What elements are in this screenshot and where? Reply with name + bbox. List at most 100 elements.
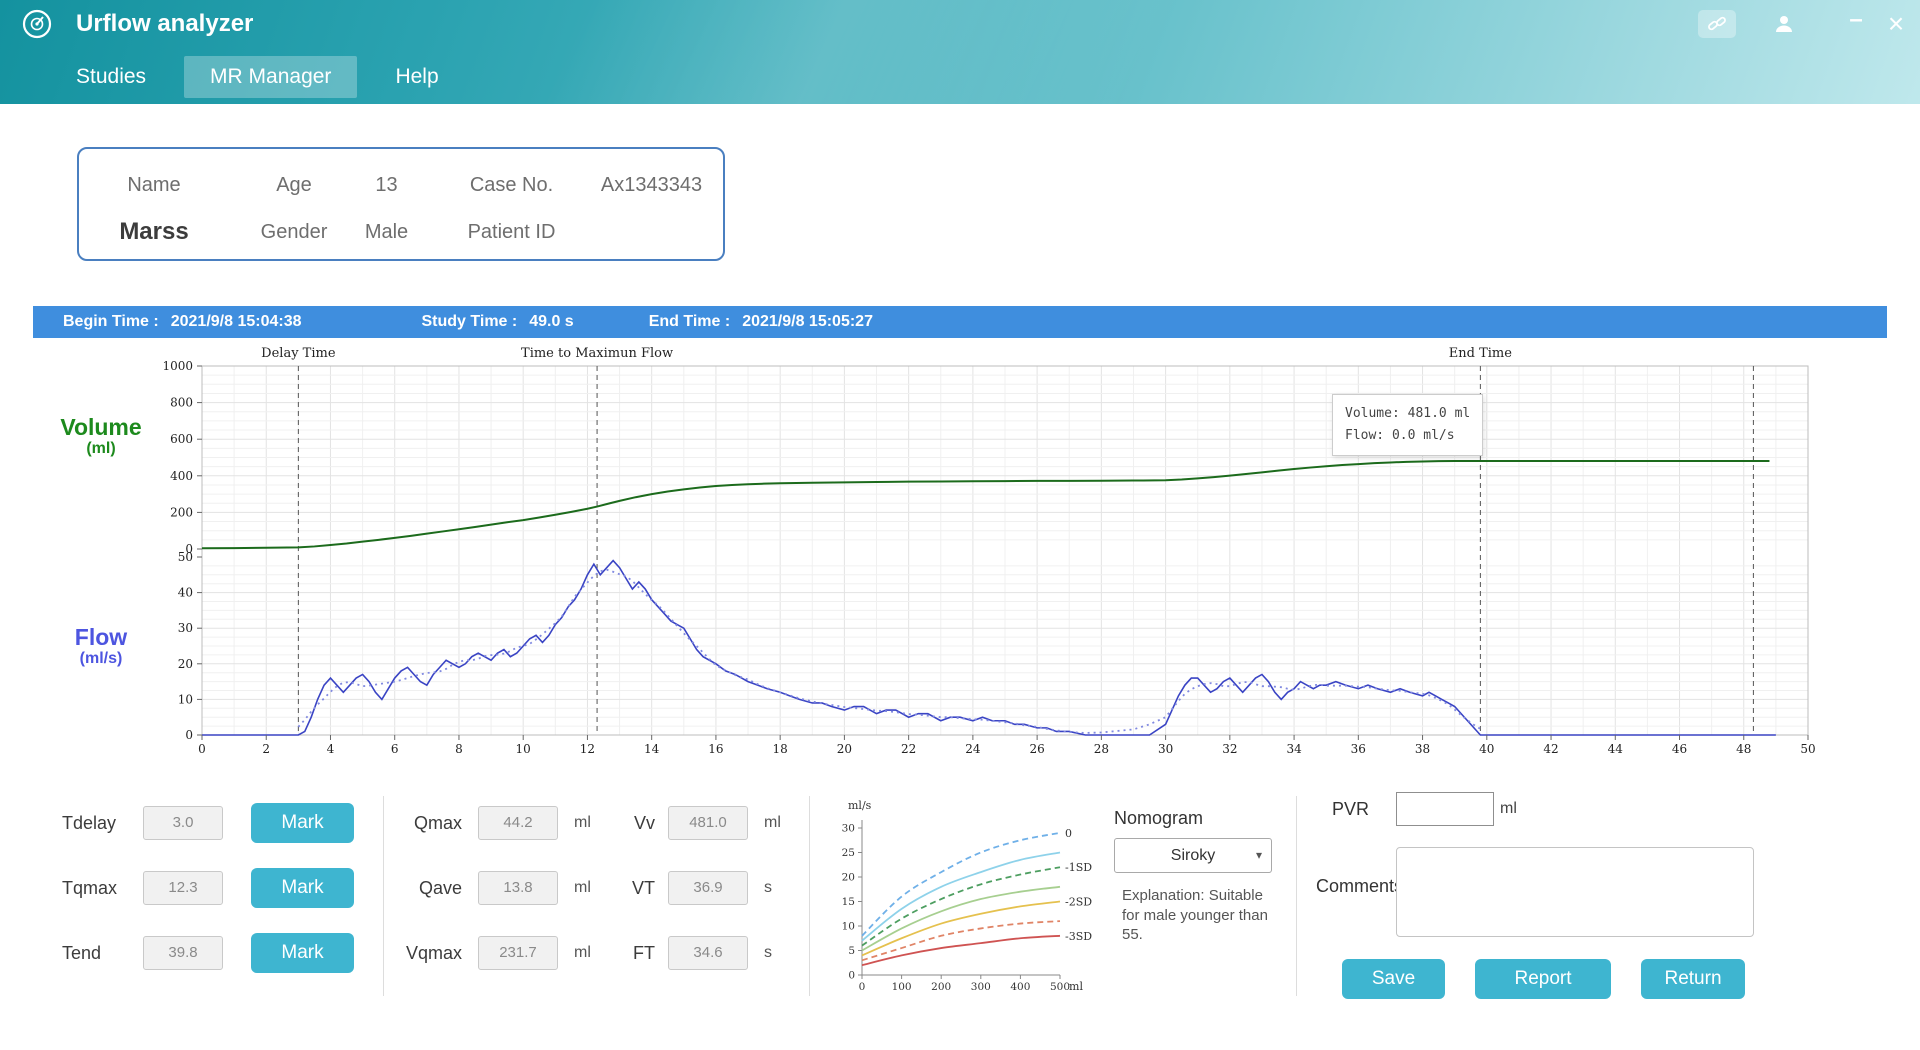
report-button[interactable]: Report (1475, 959, 1611, 999)
svg-text:0: 0 (1065, 827, 1072, 840)
ft-row: FT 34.6 s (612, 933, 822, 973)
vv-label: Vv (612, 803, 655, 843)
menu-item-studies[interactable]: Studies (50, 56, 172, 98)
user-button[interactable] (1768, 10, 1800, 38)
svg-text:26: 26 (1029, 742, 1044, 756)
svg-text:20: 20 (842, 872, 855, 884)
svg-text:44: 44 (1608, 742, 1624, 756)
svg-text:50: 50 (1800, 742, 1815, 756)
svg-text:0: 0 (859, 981, 866, 993)
study-time-value: 49.0 s (529, 313, 573, 331)
pvr-input[interactable] (1396, 792, 1494, 826)
chart-tooltip: Volume: 481.0 ml Flow: 0.0 ml/s (1332, 394, 1483, 456)
vqmax-label: Vqmax (398, 933, 462, 973)
vt-unit: s (764, 868, 772, 908)
svg-text:18: 18 (773, 742, 788, 756)
svg-text:800: 800 (170, 396, 193, 410)
svg-text:100: 100 (892, 981, 912, 993)
qmax-row: Qmax 44.2 ml (398, 803, 628, 843)
svg-text:-2SD: -2SD (1065, 896, 1092, 909)
svg-text:42: 42 (1543, 742, 1558, 756)
svg-text:4: 4 (327, 742, 335, 756)
svg-text:300: 300 (971, 981, 991, 993)
user-icon (1773, 13, 1795, 35)
tooltip-volume: Volume: 481.0 ml (1345, 403, 1470, 425)
vv-unit: ml (764, 803, 781, 843)
svg-text:10: 10 (842, 921, 855, 933)
tend-label: Tend (62, 933, 101, 973)
svg-text:48: 48 (1736, 742, 1751, 756)
divider (809, 796, 810, 996)
comments-label: Comments (1316, 876, 1403, 897)
begin-time-label: Begin Time : (63, 313, 159, 331)
vt-row: VT 36.9 s (612, 868, 822, 908)
svg-text:5: 5 (848, 945, 855, 957)
qave-unit: ml (574, 868, 591, 908)
ft-unit: s (764, 933, 772, 973)
flow-axis-title: Flow (ml/s) (41, 624, 161, 669)
uroflow-chart[interactable]: Delay TimeTime to Maximun FlowEnd Time02… (33, 338, 1887, 768)
svg-text:0: 0 (198, 742, 206, 756)
ft-value-field: 34.6 (668, 936, 748, 970)
svg-text:50: 50 (178, 550, 193, 564)
return-button[interactable]: Return (1641, 959, 1745, 999)
svg-text:Time to Maximun Flow: Time to Maximun Flow (521, 346, 673, 361)
tqmax-mark-button[interactable]: Mark (251, 868, 354, 908)
qmax-value-field: 44.2 (478, 806, 558, 840)
minimize-button[interactable]: – (1842, 10, 1870, 38)
link-button[interactable] (1698, 10, 1736, 38)
svg-text:2: 2 (262, 742, 270, 756)
patient-name-label: Name (99, 171, 209, 199)
svg-text:600: 600 (170, 432, 193, 446)
close-button[interactable]: × (1880, 10, 1912, 38)
svg-text:End Time: End Time (1449, 346, 1512, 361)
svg-text:20: 20 (178, 657, 193, 671)
tqmax-row: Tqmax 12.3 Mark (0, 868, 380, 908)
uroflow-chart-svg[interactable]: Delay TimeTime to Maximun FlowEnd Time02… (33, 338, 1887, 768)
tooltip-flow: Flow: 0.0 ml/s (1345, 425, 1470, 447)
tdelay-row: Tdelay 3.0 Mark (0, 803, 380, 843)
svg-text:15: 15 (842, 896, 855, 908)
qave-label: Qave (398, 868, 462, 908)
svg-text:25: 25 (842, 847, 855, 859)
tend-row: Tend 39.8 Mark (0, 933, 380, 973)
svg-text:500: 500 (1050, 981, 1070, 993)
menu-item-help[interactable]: Help (369, 56, 464, 98)
tend-mark-button[interactable]: Mark (251, 933, 354, 973)
svg-text:200: 200 (931, 981, 951, 993)
nomogram-select[interactable]: Siroky ▾ (1114, 838, 1272, 873)
save-button[interactable]: Save (1342, 959, 1445, 999)
svg-text:30: 30 (842, 823, 855, 835)
tdelay-mark-button[interactable]: Mark (251, 803, 354, 843)
results-panel: Tdelay 3.0 Mark Tqmax 12.3 Mark Tend 39.… (0, 784, 1920, 1050)
volume-axis-title: Volume (ml) (41, 414, 161, 459)
svg-text:12: 12 (580, 742, 595, 756)
svg-text:32: 32 (1222, 742, 1237, 756)
vqmax-row: Vqmax 231.7 ml (398, 933, 628, 973)
svg-text:-1SD: -1SD (1065, 861, 1092, 874)
svg-text:30: 30 (178, 621, 193, 635)
tqmax-label: Tqmax (62, 868, 117, 908)
qmax-label: Qmax (398, 803, 462, 843)
study-time-bar: Begin Time : 2021/9/8 15:04:38 Study Tim… (33, 306, 1887, 338)
pvr-label: PVR (1332, 792, 1369, 826)
vv-row: Vv 481.0 ml (612, 803, 822, 843)
svg-text:46: 46 (1672, 742, 1687, 756)
svg-text:38: 38 (1415, 742, 1430, 756)
pvr-unit: ml (1500, 792, 1517, 826)
svg-text:24: 24 (965, 742, 981, 756)
nomogram-label: Nomogram (1114, 808, 1203, 829)
qave-row: Qave 13.8 ml (398, 868, 628, 908)
menu-item-mr-manager[interactable]: MR Manager (184, 56, 357, 98)
vt-label: VT (612, 868, 655, 908)
vv-value-field: 481.0 (668, 806, 748, 840)
svg-text:40: 40 (1479, 742, 1494, 756)
begin-time-value: 2021/9/8 15:04:38 (171, 313, 302, 331)
svg-text:20: 20 (837, 742, 852, 756)
svg-text:14: 14 (644, 742, 660, 756)
comments-textarea[interactable] (1396, 847, 1754, 937)
svg-text:ml/s: ml/s (848, 799, 872, 812)
nomogram-selected-value: Siroky (1171, 847, 1215, 864)
app-logo-icon (20, 7, 54, 46)
end-time-label: End Time : (649, 313, 731, 331)
